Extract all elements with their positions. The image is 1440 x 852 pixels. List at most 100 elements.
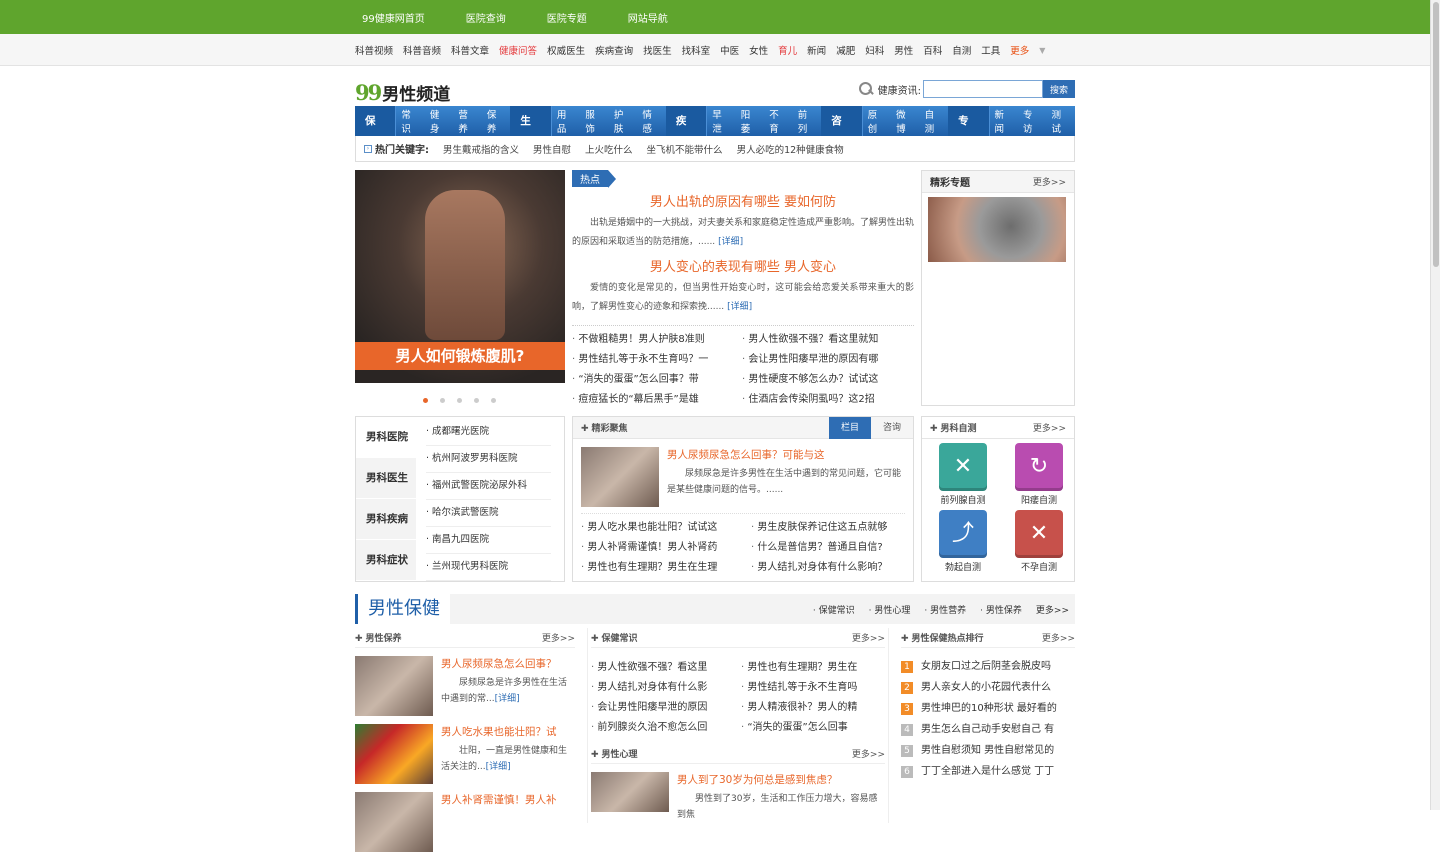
channel-link[interactable]: 阳萎 xyxy=(736,107,765,135)
scrollbar-thumb[interactable] xyxy=(1433,2,1439,267)
detail-link[interactable]: [详细] xyxy=(718,237,743,247)
col2-card[interactable]: 男人到了30岁为何总是感到焦虑？ 男性到了30岁，生活和工作压力增大，容易感到焦 xyxy=(591,772,885,823)
special-more-link[interactable]: 更多>> xyxy=(1033,175,1066,188)
topbar-link[interactable]: 医院专题 xyxy=(540,10,587,25)
channel-link[interactable]: 营养 xyxy=(453,107,482,135)
channel-link[interactable]: 自测 xyxy=(920,107,948,135)
subnav-link[interactable]: 减肥 xyxy=(836,43,855,57)
channel-category[interactable]: 专题 xyxy=(948,106,990,157)
slide-banner[interactable]: 男人如何锻炼腹肌? xyxy=(355,170,565,383)
scrollbar[interactable] xyxy=(1430,0,1440,810)
logo[interactable]: 99 男性频道 xyxy=(355,80,450,105)
focus-list-item[interactable]: 男人补肾需谨慎！男人补肾药 xyxy=(581,538,751,558)
focus-tab[interactable]: 咨询 xyxy=(871,417,913,439)
subnav-link[interactable]: 育儿 xyxy=(778,43,797,57)
channel-link[interactable]: 前列 xyxy=(793,107,822,135)
focus-list-item[interactable]: 什么是普信男？普通且自信? xyxy=(751,538,921,558)
col2-list-item[interactable]: 男性结扎等于永不生育吗 xyxy=(741,678,891,698)
slide-dot[interactable] xyxy=(457,398,462,403)
slide-dot[interactable] xyxy=(474,398,479,403)
section-link[interactable]: 保健常识 xyxy=(813,603,855,616)
headline-list-item[interactable]: 会让男性阳痿早泄的原因有哪 xyxy=(742,350,912,370)
subnav-link[interactable]: 疾病查询 xyxy=(595,43,633,57)
col1-more-link[interactable]: 更多>> xyxy=(542,631,575,644)
headline-title[interactable]: 男人变心的表现有哪些 男人变心 xyxy=(572,256,914,275)
subnav-link[interactable]: 找医生 xyxy=(643,43,672,57)
subnav-link[interactable]: 自测 xyxy=(952,43,971,57)
section-link[interactable]: 男性心理 xyxy=(869,603,910,616)
headline-list-item[interactable]: “消失的蛋蛋”怎么回事？带 xyxy=(572,370,742,390)
channel-category[interactable]: 保健 xyxy=(355,106,397,157)
rank-item[interactable]: 3 男性坤巴的10种形状 最好看的 xyxy=(901,698,1075,719)
special-image[interactable] xyxy=(928,197,1066,262)
hospital-category[interactable]: 男科症状 xyxy=(356,540,416,581)
headline-list-item[interactable]: 男人性欲强不强？看这里就知 xyxy=(742,330,912,350)
channel-link[interactable]: 用品 xyxy=(552,107,581,135)
channel-link[interactable]: 不育 xyxy=(764,107,793,135)
channel-category[interactable]: 生活 xyxy=(510,106,552,157)
channel-category[interactable]: 疾病 xyxy=(665,106,708,157)
hospital-category[interactable]: 男科医院 xyxy=(356,417,416,458)
section-link[interactable]: 男性保养 xyxy=(980,603,1022,616)
subnav-link[interactable]: 工具 xyxy=(981,43,1000,57)
hospital-category[interactable]: 男科疾病 xyxy=(356,499,416,540)
col2-list-item[interactable]: 会让男性阳痿早泄的原因 xyxy=(591,698,741,718)
col1-card[interactable]: 男人吃水果也能壮阳？试 壮阳，一直是男性健康和生活关注的...[详细] xyxy=(355,724,575,784)
detail-link[interactable]: [详细] xyxy=(495,694,520,704)
rank-item[interactable]: 4 男生怎么自己动手安慰自己 有 xyxy=(901,719,1075,740)
topbar-link[interactable]: 医院查询 xyxy=(459,10,506,25)
topbar-link[interactable]: 网站导航 xyxy=(621,10,668,25)
col1-card[interactable]: 男人补肾需谨慎！男人补 xyxy=(355,792,575,852)
channel-link[interactable]: 常识 xyxy=(396,107,425,135)
channel-link[interactable]: 测试 xyxy=(1046,107,1074,135)
col2-card-title[interactable]: 男人到了30岁为何总是感到焦虑？ xyxy=(677,772,885,787)
channel-link[interactable]: 护肤 xyxy=(609,107,638,135)
col1-card-title[interactable]: 男人尿频尿急怎么回事？ xyxy=(441,656,575,671)
col2-more-link[interactable]: 更多>> xyxy=(852,631,885,644)
focus-list-item[interactable]: 男人吃水果也能壮阳？试试这 xyxy=(581,518,751,538)
focus-list-item[interactable]: 男人结扎对身体有什么影响？ xyxy=(751,558,921,578)
section-link[interactable]: 男性营养 xyxy=(924,603,966,616)
focus-card-title[interactable]: 男人尿频尿急怎么回事？可能与这 xyxy=(667,447,905,462)
focus-tab[interactable]: 栏目 xyxy=(828,416,871,439)
selftest-item[interactable]: ✕ 不孕自测 xyxy=(1004,510,1074,573)
subnav-link[interactable]: 科普文章 xyxy=(451,43,489,57)
col1-card[interactable]: 男人尿频尿急怎么回事？ 尿频尿急是许多男性在生活中遇到的常...[详细] xyxy=(355,656,575,716)
hot-keyword-link[interactable]: 坐飞机不能带什么 xyxy=(647,142,723,156)
subnav-link[interactable]: 女性 xyxy=(749,43,768,57)
detail-link[interactable]: [详细] xyxy=(727,302,752,312)
chevron-down-icon[interactable]: ▼ xyxy=(1039,46,1045,55)
channel-link[interactable]: 保养 xyxy=(482,107,511,135)
selftest-item[interactable]: ⤴ 勃起自测 xyxy=(928,510,998,573)
rank-item[interactable]: 6 丁丁全部进入是什么感觉 丁丁 xyxy=(901,761,1075,782)
subnav-link[interactable]: 百科 xyxy=(923,43,942,57)
channel-link[interactable]: 服饰 xyxy=(580,107,609,135)
channel-category[interactable]: 咨询 xyxy=(821,106,863,157)
detail-link[interactable]: [详细] xyxy=(486,762,511,772)
subnav-link[interactable]: 找科室 xyxy=(682,43,711,57)
section-more-link[interactable]: 更多>> xyxy=(1036,603,1069,616)
rank-item[interactable]: 2 男人亲女人的小花园代表什么 xyxy=(901,677,1075,698)
slide-dot[interactable] xyxy=(440,398,445,403)
headline-list-item[interactable]: 不做粗糙男！男人护肤8准则 xyxy=(572,330,742,350)
channel-link[interactable]: 健身 xyxy=(425,107,454,135)
col2-list-item[interactable]: 男人性欲强不强？看这里 xyxy=(591,658,741,678)
channel-link[interactable]: 情感 xyxy=(637,107,666,135)
hot-keyword-link[interactable]: 男性自慰 xyxy=(533,142,571,156)
col2-list-item[interactable]: 前列腺炎久治不愈怎么回 xyxy=(591,718,741,738)
col3-more-link[interactable]: 更多>> xyxy=(1042,631,1075,644)
focus-list-item[interactable]: 男性也有生理期？男生在生理 xyxy=(581,558,751,578)
subnav-link[interactable]: 权威医生 xyxy=(547,43,585,57)
topbar-link[interactable]: 99健康网首页 xyxy=(355,10,425,25)
selftest-item[interactable]: ↻ 阳痿自测 xyxy=(1004,443,1074,506)
hospital-category[interactable]: 男科医生 xyxy=(356,458,416,499)
channel-link[interactable]: 原创 xyxy=(863,107,891,135)
channel-link[interactable]: 专访 xyxy=(1018,107,1046,135)
hot-keyword-link[interactable]: 男人必吃的12种健康食物 xyxy=(737,142,844,156)
hospital-link[interactable]: · 南昌九四医院 xyxy=(426,527,551,554)
headline-list-item[interactable]: 痘痘猛长的“幕后黑手”是雄 xyxy=(572,390,742,410)
headline-list-item[interactable]: 男性结扎等于永不生育吗？一 xyxy=(572,350,742,370)
subnav-link[interactable]: 新闻 xyxy=(807,43,826,57)
col2-list-item[interactable]: 男性也有生理期？男生在 xyxy=(741,658,891,678)
subnav-link[interactable]: 科普视频 xyxy=(355,43,393,57)
